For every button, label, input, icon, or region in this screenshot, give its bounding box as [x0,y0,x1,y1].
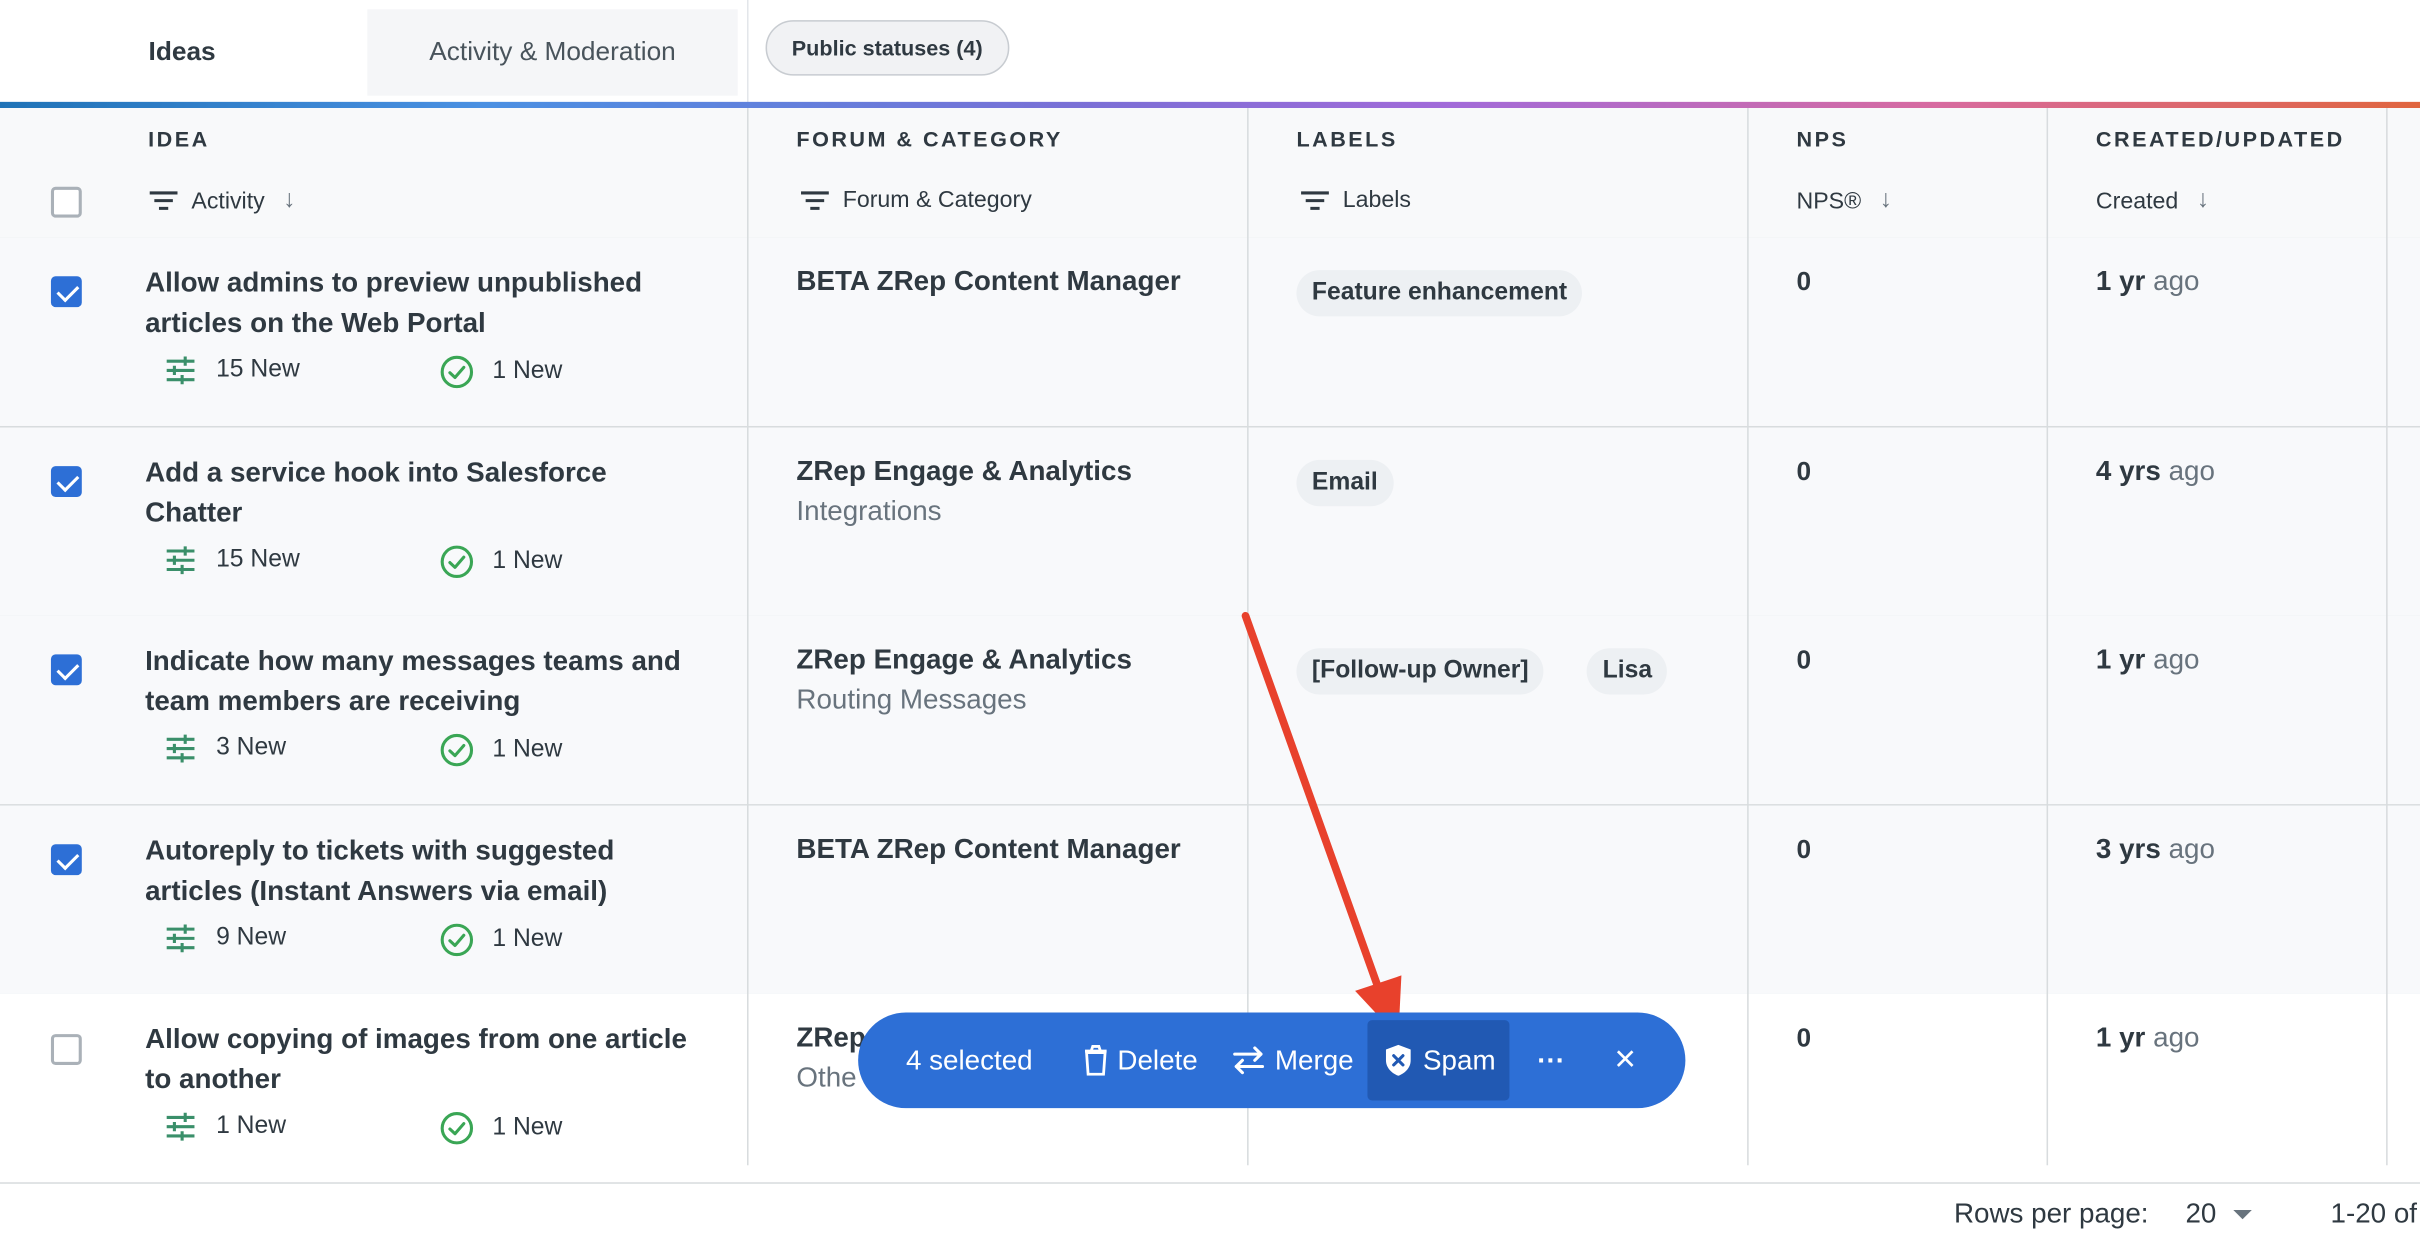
merge-button[interactable]: Merge [1232,1012,1354,1108]
caret-down-icon [2233,1209,2252,1219]
close-bulk-bar-button[interactable]: × [1614,1012,1636,1108]
shield-x-icon [1385,1044,1411,1076]
more-icon: ··· [1537,1044,1565,1075]
rows-per-page-value: 20 [2185,1197,2217,1229]
spam-button[interactable]: Spam [1383,1012,1496,1108]
more-actions-button[interactable]: ··· [1537,1012,1565,1108]
pagination-range: 1-20 of [2330,1197,2418,1229]
close-icon: × [1614,1038,1637,1081]
bulk-action-bar: 4 selected Delete Merge Spam ··· × [858,1012,1686,1109]
merge-arrows-icon [1233,1046,1265,1075]
rows-per-page-label: Rows per page: [1953,1197,2149,1229]
spam-label: Spam [1423,1044,1496,1075]
delete-label: Delete [1117,1044,1198,1075]
delete-button[interactable]: Delete [1083,1012,1198,1108]
selected-count: 4 selected [906,1012,1033,1108]
ideas-admin-page: Ideas Activity & Moderation Public statu… [0,0,2420,1251]
selected-count-label: 4 selected [905,1044,1033,1075]
rows-per-page-select[interactable]: 20 [2185,1198,2253,1230]
merge-label: Merge [1274,1044,1354,1075]
trash-icon [1085,1045,1107,1076]
